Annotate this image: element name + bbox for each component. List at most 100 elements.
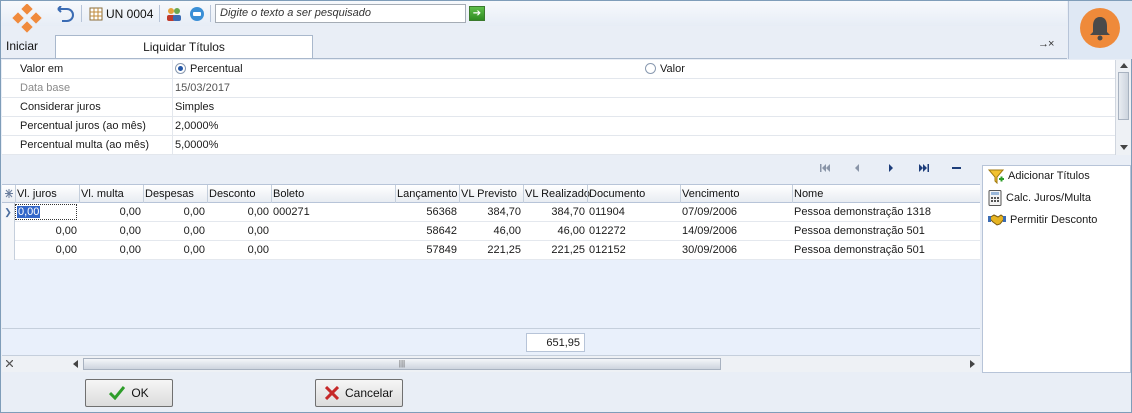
table-row[interactable]: 0,00 0,00 0,00 0,00 58642 46,00 46,00 01… [2,222,980,241]
radio-percentual[interactable]: Percentual [175,63,243,75]
cell-nome[interactable]: Pessoa demonstração 501 [794,244,925,256]
add-titles-button[interactable]: Adicionar Títulos [988,167,1090,185]
cell-despesas[interactable]: 0,00 [145,206,205,218]
grid-footer: 651,95 [2,328,980,355]
row-indicator [2,241,15,260]
col-nome[interactable]: Nome [794,188,823,200]
col-documento[interactable]: Documento [589,188,645,200]
cell-desconto[interactable]: 0,00 [209,244,269,256]
chat-icon [190,6,204,21]
col-vl-previsto[interactable]: VL Previsto [461,188,517,200]
percentual-juros-value[interactable]: 2,0000% [175,120,218,132]
grid-icon [89,7,103,20]
cell-lancamento[interactable]: 57849 [397,244,457,256]
col-vencimento[interactable]: Vencimento [682,188,739,200]
unit-label: UN 0004 [106,6,154,21]
cell-despesas[interactable]: 0,00 [145,244,205,256]
percentual-multa-label: Percentual multa (ao mês) [20,139,149,151]
cell-vl-previsto[interactable]: 221,25 [461,244,521,256]
first-record-button[interactable] [820,164,830,172]
delete-record-button[interactable] [952,167,961,169]
parameters-scroll-thumb[interactable] [1118,72,1129,120]
search-input[interactable]: Digite o texto a ser pesquisado [215,4,466,23]
percentual-multa-value[interactable]: 5,0000% [175,139,218,151]
tab-liquidar-titulos[interactable]: Liquidar Títulos [55,35,313,59]
cell-vl-juros[interactable]: 0,00 [17,225,77,237]
cell-vl-previsto[interactable]: 384,70 [461,206,521,218]
cell-vl-realizado[interactable]: 221,25 [525,244,585,256]
calc-interest-penalty-button[interactable]: Calc. Juros/Multa [988,189,1091,207]
top-toolbar: UN 0004 Digite o texto a ser pesquisado … [1,1,1067,26]
chat-button[interactable] [189,5,205,22]
cell-vencimento[interactable]: 07/09/2006 [682,206,737,218]
last-record-button[interactable] [919,164,929,172]
total-vl-realizado: 651,95 [526,333,585,352]
allow-discount-button[interactable]: Permitir Desconto [988,211,1097,229]
cell-vl-realizado[interactable]: 46,00 [525,225,585,237]
radio-valor[interactable]: Valor [645,63,685,75]
app-logo-icon [12,4,42,33]
home-button[interactable]: Iniciar [6,39,38,53]
cell-documento[interactable]: 011904 [589,206,625,218]
cell-documento[interactable]: 012152 [589,244,626,256]
cell-vl-multa[interactable]: 0,00 [81,244,141,256]
col-vl-juros[interactable]: Vl. juros [17,188,57,200]
considerar-juros-label: Considerar juros [20,101,101,113]
cell-documento[interactable]: 012272 [589,225,626,237]
cell-nome[interactable]: Pessoa demonstração 501 [794,225,925,237]
cell-vencimento[interactable]: 14/09/2006 [682,225,737,237]
percentual-juros-label: Percentual juros (ao mês) [20,120,146,132]
radio-selected-icon [175,63,186,74]
col-desconto[interactable]: Desconto [209,188,255,200]
cell-boleto[interactable]: 000271 [273,206,310,218]
table-row[interactable]: 0,00 0,00 0,00 0,00 57849 221,25 221,25 … [2,241,980,260]
cell-vl-juros[interactable]: 0,00 [17,244,77,256]
scroll-down-icon [1120,145,1128,150]
col-vl-realizado[interactable]: VL Realizado [525,188,590,200]
parameters-scrollbar[interactable] [1115,60,1131,155]
cell-lancamento[interactable]: 56368 [397,206,457,218]
considerar-juros-value[interactable]: Simples [175,101,214,113]
grid-scroll-thumb[interactable]: ||| [83,358,721,370]
prev-record-button[interactable] [854,164,860,172]
cancel-button[interactable]: Cancelar [315,379,403,407]
scroll-up-icon [1120,63,1128,68]
cell-vl-multa[interactable]: 0,00 [81,206,141,218]
col-vl-multa[interactable]: Vl. multa [81,188,124,200]
ok-button[interactable]: OK [85,379,173,407]
cell-desconto[interactable]: 0,00 [209,225,269,237]
percentual-juros-row[interactable]: Percentual juros (ao mês) 2,0000% [2,117,1115,136]
cell-vl-realizado[interactable]: 384,70 [525,206,585,218]
search-go-button[interactable]: ➔ [469,6,485,21]
users-button[interactable] [165,5,183,22]
col-despesas[interactable]: Despesas [145,188,194,200]
liquidar-titulos-window: UN 0004 Digite o texto a ser pesquisado … [0,0,1132,413]
table-row[interactable]: ❯ 0,00 0,00 0,00 0,00 000271 56368 384,7… [2,203,980,222]
cell-vl-multa[interactable]: 0,00 [81,225,141,237]
next-record-button[interactable] [888,164,894,172]
grid-options-icon[interactable] [5,189,13,198]
close-tab-button[interactable]: →× [1038,38,1054,50]
cell-vencimento[interactable]: 30/09/2006 [682,244,737,256]
considerar-juros-row[interactable]: Considerar juros Simples [2,98,1115,117]
users-icon [167,7,181,21]
cell-nome[interactable]: Pessoa demonstração 1318 [794,206,931,218]
percentual-multa-row[interactable]: Percentual multa (ao mês) 5,0000% [2,136,1115,155]
scroll-right-icon[interactable] [970,360,976,368]
cell-vl-juros[interactable]: 0,00 [17,206,41,218]
actions-panel: Adicionar Títulos Calc. Juros/Multa Perm… [982,165,1131,373]
cell-vl-previsto[interactable]: 46,00 [461,225,521,237]
cell-desconto[interactable]: 0,00 [209,206,269,218]
undo-button[interactable] [57,5,75,22]
scroll-left-icon[interactable] [72,360,78,368]
calc-interest-penalty-label: Calc. Juros/Multa [1006,192,1091,204]
grid-horizontal-scrollbar[interactable]: ||| [2,355,980,372]
calculator-icon [988,190,1002,206]
col-boleto[interactable]: Boleto [273,188,304,200]
cell-despesas[interactable]: 0,00 [145,225,205,237]
col-lancamento[interactable]: Lançamento [397,188,458,200]
clear-filter-icon[interactable] [6,360,13,367]
unit-selector[interactable]: UN 0004 [89,5,153,22]
notifications-button[interactable] [1080,8,1120,48]
cell-lancamento[interactable]: 58642 [397,225,457,237]
